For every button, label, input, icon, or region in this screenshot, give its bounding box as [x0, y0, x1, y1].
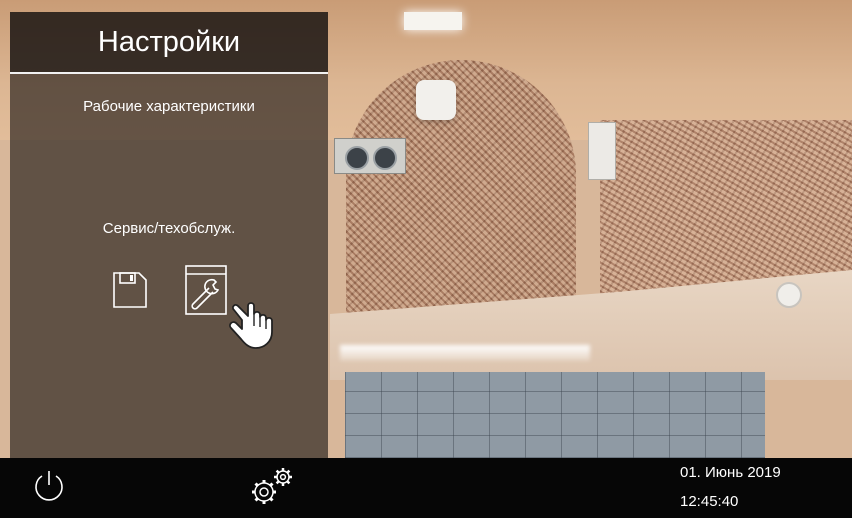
steam-nozzle — [776, 282, 802, 308]
wall-gauges — [334, 138, 406, 174]
menu-item-operating-characteristics[interactable]: Рабочие характеристики — [10, 98, 328, 115]
wall-lamp — [416, 80, 456, 120]
gears-icon — [252, 468, 292, 504]
save-button[interactable] — [112, 271, 148, 309]
power-button[interactable] — [31, 468, 67, 504]
current-date: 01. Июнь 2019 — [680, 464, 781, 481]
tile-floor — [345, 372, 765, 458]
bottom-bar: 01. Июнь 2019 12:45:40 — [0, 458, 852, 518]
floor-light-strip — [340, 345, 590, 361]
title-divider — [10, 72, 328, 74]
panel-title: Настройки — [10, 12, 328, 72]
menu-item-service-maintenance[interactable]: Сервис/техобслуж. — [10, 220, 328, 237]
power-icon — [35, 471, 63, 501]
control-screen: Настройки Рабочие характеристики Сервис/… — [0, 0, 852, 518]
settings-panel: Настройки Рабочие характеристики Сервис/… — [10, 12, 328, 458]
settings-gears-button[interactable] — [248, 466, 296, 508]
floppy-disk-icon — [113, 272, 147, 308]
wall-sensor — [588, 122, 616, 180]
pointing-hand-icon — [222, 292, 284, 354]
ceiling-lamp — [404, 12, 462, 30]
current-time: 12:45:40 — [680, 493, 739, 510]
